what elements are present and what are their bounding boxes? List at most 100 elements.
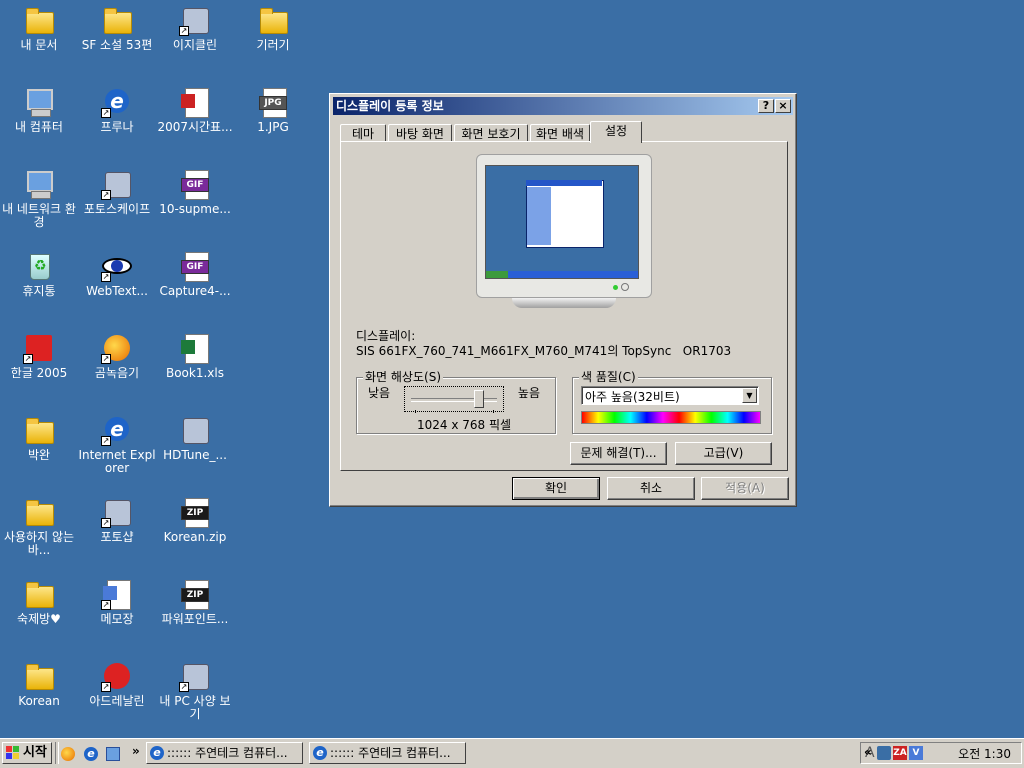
desktop-icon[interactable]: Korean: [0, 660, 78, 708]
taskbar-item[interactable]: e :::::: 주연테크 컴퓨터...: [146, 742, 303, 764]
network-tray-icon[interactable]: [877, 746, 891, 760]
my-computer-icon: [23, 86, 55, 118]
file-type-badge: ZIP: [181, 506, 209, 520]
photoshop-icon: ↗: [101, 496, 133, 528]
help-button[interactable]: ?: [758, 99, 774, 113]
chevron-down-icon[interactable]: ▼: [742, 388, 757, 403]
desktop-icon[interactable]: ZIP Korean.zip: [156, 496, 234, 544]
desktop-icon[interactable]: HDTune_...: [156, 414, 234, 462]
pruna-icon: e ↗: [101, 86, 133, 118]
file-type-badge: GIF: [181, 260, 209, 274]
tab-theme[interactable]: 테마: [340, 124, 386, 142]
desktop-icon-label: 숙제방♥: [17, 612, 61, 626]
display-properties-dialog: 디스플레이 등록 정보 ? × 테마 바탕 화면 화면 보호기 화면 배색 설정…: [329, 93, 797, 507]
v3-tray-icon[interactable]: V: [909, 746, 923, 760]
gom-recorder-icon: ↗: [101, 332, 133, 364]
color-quality-group: 색 품질(C) 아주 높음(32비트) ▼: [572, 370, 772, 434]
desktop-icon-label: 포토샵: [100, 530, 134, 544]
pdf-file-icon: [179, 86, 211, 118]
desktop-icon-label: 파워포인트...: [161, 612, 229, 626]
monitor-preview: [476, 154, 652, 314]
ok-button[interactable]: 확인: [512, 477, 600, 500]
file-type-badge: GIF: [181, 178, 209, 192]
monitor-screen: [485, 165, 639, 279]
desktop-icon[interactable]: ↗ 곰녹음기: [78, 332, 156, 380]
taskbar-item[interactable]: e :::::: 주연테크 컴퓨터...: [309, 742, 466, 764]
desktop-icon-label: 곰녹음기: [94, 366, 140, 380]
resolution-slider-thumb[interactable]: [474, 390, 484, 408]
quick-launch-divider: [55, 742, 59, 764]
desktop-icon[interactable]: ↗ 내 PC 사양 보기: [156, 660, 234, 721]
desktop-icon-label: 휴지통: [22, 284, 56, 298]
desktop-icon-label: 10-supme...: [159, 202, 231, 216]
desktop-icon[interactable]: 사용하지 않는 바...: [0, 496, 78, 557]
close-button[interactable]: ×: [775, 99, 791, 113]
troubleshoot-button[interactable]: 문제 해결(T)...: [570, 442, 667, 465]
desktop-icon[interactable]: ↗ 한글 2005: [0, 332, 78, 380]
desktop-icon[interactable]: SF 소설 53편: [78, 4, 156, 52]
gom-quicklaunch-icon[interactable]: [61, 747, 75, 761]
hdtune-icon: [179, 414, 211, 446]
desktop-icon-label: 사용하지 않는 바...: [3, 530, 75, 557]
tab-desktop[interactable]: 바탕 화면: [388, 124, 452, 142]
desktop-icon-label: 2007시간표...: [157, 120, 233, 134]
color-quality-select[interactable]: 아주 높음(32비트) ▼: [581, 386, 759, 405]
desktop-icon[interactable]: ↗ 메모장: [78, 578, 156, 626]
desktop-icon[interactable]: ↗ 포토스케이프: [78, 168, 156, 216]
tab-screensaver[interactable]: 화면 보호기: [454, 124, 528, 142]
desktop-icon[interactable]: 2007시간표...: [156, 86, 234, 134]
desktop-icon[interactable]: 내 네트워크 환경: [0, 168, 78, 229]
desktop-icon[interactable]: ↗ 이지클린: [156, 4, 234, 52]
desktop-icon[interactable]: 내 문서: [0, 4, 78, 52]
apply-button[interactable]: 적용(A): [701, 477, 789, 500]
tab-settings[interactable]: 설정: [590, 121, 642, 143]
dialog-titlebar[interactable]: 디스플레이 등록 정보 ? ×: [333, 97, 793, 115]
desktop-icon[interactable]: e ↗ 프루나: [78, 86, 156, 134]
start-button[interactable]: 시작: [2, 742, 52, 764]
gif-file-icon: GIF: [179, 250, 211, 282]
desktop-icon-label: 내 네트워크 환경: [2, 202, 76, 229]
desktop-icon[interactable]: 기러기: [234, 4, 312, 52]
tray-expand-chevron[interactable]: «: [864, 745, 872, 759]
color-quality-selected: 아주 높음(32비트): [585, 390, 680, 404]
desktop-icon[interactable]: Book1.xls: [156, 332, 234, 380]
resolution-group: 화면 해상도(S) 낮음 높음 1024 x 768 픽셀: [356, 370, 556, 434]
desktop-icon[interactable]: e ↗ Internet Explorer: [78, 414, 156, 475]
desktop-icon[interactable]: GIF Capture4-...: [156, 250, 234, 298]
desktop-icon-label: Internet Explorer: [78, 448, 156, 475]
desktop-icon[interactable]: ♻ 휴지통: [0, 250, 78, 298]
desktop-icon-label: 내 컴퓨터: [15, 120, 63, 134]
clock[interactable]: 오전 1:30: [958, 745, 1011, 762]
zonealarm-tray-icon[interactable]: ZA: [893, 746, 907, 760]
desktop-icon-label: HDTune_...: [163, 448, 227, 462]
advanced-button[interactable]: 고급(V): [675, 442, 772, 465]
desktop-icon-label: SF 소설 53편: [81, 38, 153, 52]
taskbar-item-label: :::::: 주연테크 컴퓨터...: [167, 746, 288, 760]
desktop-icon[interactable]: ↗ 아드레날린: [78, 660, 156, 708]
desktop-icon[interactable]: ↗ WebText...: [78, 250, 156, 298]
desktop-icon-label: Korean.zip: [163, 530, 227, 544]
hangul-icon: ↗: [23, 332, 55, 364]
internet-explorer-quicklaunch-icon[interactable]: e: [84, 747, 98, 761]
desktop-icon[interactable]: ZIP 파워포인트...: [156, 578, 234, 626]
desktop-icon-label: 아드레날린: [89, 694, 145, 708]
desktop-icon[interactable]: 내 컴퓨터: [0, 86, 78, 134]
resolution-slider[interactable]: [404, 386, 504, 413]
resolution-group-label: 화면 해상도(S): [363, 370, 443, 384]
tab-appearance[interactable]: 화면 배색: [530, 124, 590, 142]
desktop-icon[interactable]: GIF 10-supme...: [156, 168, 234, 216]
zip-file-icon: ZIP: [179, 496, 211, 528]
quick-launch-chevron[interactable]: »: [132, 744, 140, 758]
desktop-icon-label: WebText...: [86, 284, 148, 298]
desktop-icon[interactable]: ↗ 포토샵: [78, 496, 156, 544]
desktop-icon-label: 내 PC 사양 보기: [159, 694, 231, 721]
taskbar: 시작 e » e :::::: 주연테크 컴퓨터... e :::::: 주연테…: [0, 738, 1024, 768]
desktop-icon[interactable]: 박완: [0, 414, 78, 462]
desktop-icon[interactable]: JPG 1.JPG: [234, 86, 312, 134]
cancel-button[interactable]: 취소: [607, 477, 695, 500]
adrenaline-icon: ↗: [101, 660, 133, 692]
outlook-quicklaunch-icon[interactable]: [106, 747, 120, 761]
desktop-icon[interactable]: 숙제방♥: [0, 578, 78, 626]
desktop-icon-label: 메모장: [100, 612, 134, 626]
desktop-icon-label: 포토스케이프: [83, 202, 151, 216]
